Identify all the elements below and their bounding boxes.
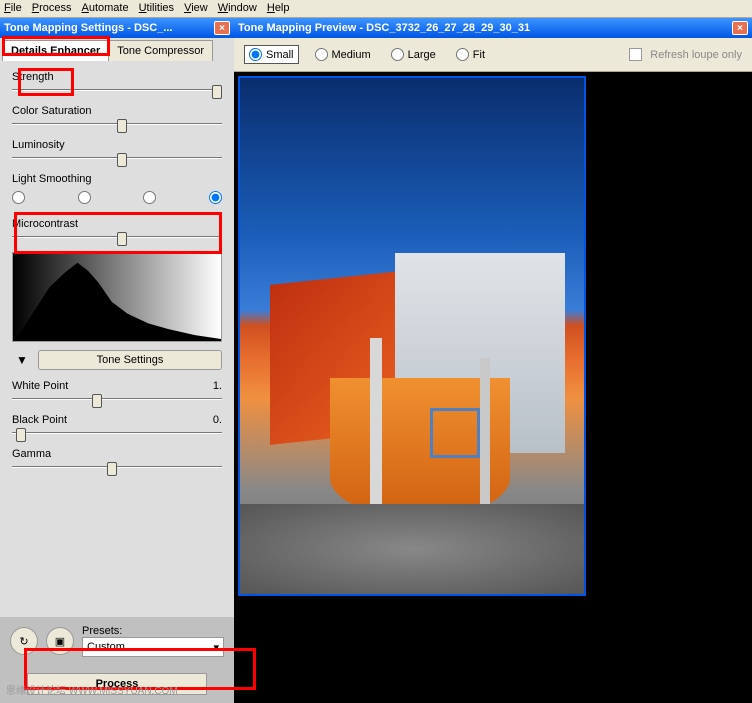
light-smoothing-4[interactable] — [209, 191, 222, 204]
light-smoothing-2[interactable] — [78, 191, 91, 204]
settings-titlebar: Tone Mapping Settings - DSC_... × — [0, 18, 234, 38]
tab-tone-compressor[interactable]: Tone Compressor — [108, 40, 213, 61]
settings-title: Tone Mapping Settings - DSC_... — [4, 22, 214, 34]
menu-bar: File Process Automate Utilities View Win… — [0, 0, 752, 18]
histogram — [12, 252, 222, 342]
chevron-down-icon: ▾ — [213, 641, 219, 654]
saturation-slider[interactable] — [12, 123, 222, 125]
reset-icon[interactable]: ↻ — [10, 627, 38, 655]
light-smoothing-label: Light Smoothing — [12, 173, 92, 185]
saturation-label: Color Saturation — [12, 105, 92, 117]
preview-toolbar: Small Medium Large Fit Refresh loupe onl… — [234, 38, 752, 72]
menu-file[interactable]: File — [4, 2, 22, 15]
black-point-slider[interactable] — [12, 432, 222, 434]
preview-title: Tone Mapping Preview - DSC_3732_26_27_28… — [238, 22, 732, 34]
preview-image — [238, 76, 586, 596]
white-point-slider[interactable] — [12, 398, 222, 400]
menu-process[interactable]: Process — [32, 2, 72, 15]
strength-label: Strength — [12, 71, 54, 83]
tone-settings-button[interactable]: Tone Settings — [38, 350, 222, 370]
presets-dropdown[interactable]: Custom ▾ — [82, 637, 224, 657]
size-medium[interactable]: Medium — [311, 46, 375, 63]
luminosity-label: Luminosity — [12, 139, 65, 151]
save-preset-icon[interactable]: ▣ — [46, 627, 74, 655]
close-icon[interactable]: × — [732, 21, 748, 35]
tab-details-enhancer[interactable]: Details Enhancer — [2, 40, 109, 61]
tabs: Details Enhancer Tone Compressor — [0, 38, 234, 61]
preview-panel: Tone Mapping Preview - DSC_3732_26_27_28… — [234, 18, 752, 703]
presets-label: Presets: — [82, 625, 224, 637]
strength-slider[interactable] — [12, 89, 222, 91]
white-point-label: White Point — [12, 380, 68, 392]
black-point-value: 0. — [213, 414, 222, 426]
gamma-label: Gamma — [12, 448, 51, 460]
luminosity-slider[interactable] — [12, 157, 222, 159]
light-smoothing-radios — [12, 191, 222, 204]
size-small[interactable]: Small — [244, 45, 299, 64]
watermark: 思缘设计论坛 WWW.MISSYUAN.COM — [6, 682, 178, 697]
preview-area — [234, 72, 752, 703]
microcontrast-label: Microcontrast — [12, 218, 78, 230]
black-point-label: Black Point — [12, 414, 67, 426]
refresh-loupe-checkbox[interactable] — [629, 48, 642, 61]
size-fit[interactable]: Fit — [452, 46, 489, 63]
menu-view[interactable]: View — [184, 2, 208, 15]
menu-window[interactable]: Window — [218, 2, 257, 15]
collapse-icon[interactable]: ▼ — [12, 350, 32, 370]
light-smoothing-3[interactable] — [143, 191, 156, 204]
refresh-loupe-label: Refresh loupe only — [650, 49, 742, 61]
preview-titlebar: Tone Mapping Preview - DSC_3732_26_27_28… — [234, 18, 752, 38]
menu-utilities[interactable]: Utilities — [139, 2, 174, 15]
settings-panel: Tone Mapping Settings - DSC_... × Detail… — [0, 18, 234, 703]
light-smoothing-1[interactable] — [12, 191, 25, 204]
white-point-value: 1. — [213, 380, 222, 392]
size-large[interactable]: Large — [387, 46, 440, 63]
menu-help[interactable]: Help — [267, 2, 290, 15]
close-icon[interactable]: × — [214, 21, 230, 35]
microcontrast-slider[interactable] — [12, 236, 222, 238]
menu-automate[interactable]: Automate — [82, 2, 129, 15]
gamma-slider[interactable] — [12, 466, 222, 468]
